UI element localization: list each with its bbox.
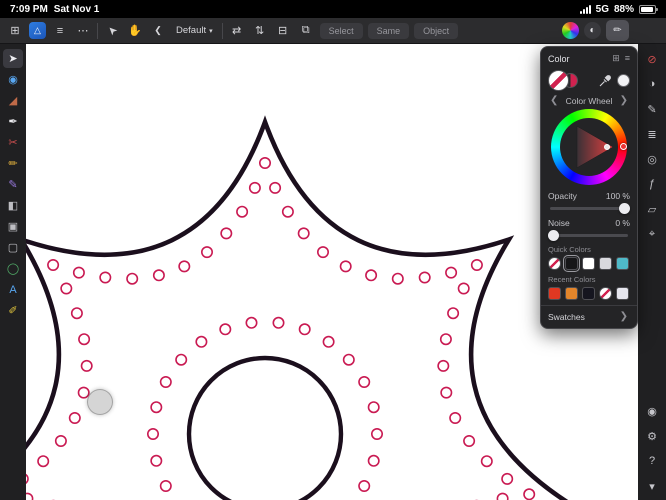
studio-strip: ⊘ ◑ ✎ ≣ ◎ ƒ ▱ ⌖ ◉ ⚙? ▾: [638, 44, 666, 500]
crop-tool[interactable]: ▣: [3, 217, 23, 236]
divider: [222, 23, 223, 39]
status-bar: 7:09 PM Sat Nov 1 5G 88%: [0, 0, 666, 18]
date: Sat Nov 1: [54, 4, 100, 15]
eyedropper-icon[interactable]: [598, 74, 612, 88]
duplicate-icon[interactable]: ⧉: [297, 22, 315, 40]
flip-horizontal-icon[interactable]: ⇄: [228, 22, 246, 40]
pencil-icon: ✏: [609, 22, 626, 39]
noise-knob[interactable]: [548, 230, 559, 241]
pencil-tool[interactable]: ✏: [3, 154, 23, 173]
opacity-value: 100 %: [606, 191, 630, 201]
preset-dropdown[interactable]: Default ▾: [172, 23, 217, 38]
recent-colors-label: Recent Colors: [548, 275, 630, 284]
recent-color-1[interactable]: [565, 287, 578, 300]
menu-icon[interactable]: ≡: [51, 22, 69, 40]
align-icon[interactable]: ⊟: [274, 22, 292, 40]
recent-color-2[interactable]: [582, 287, 595, 300]
chevron-down-icon: ▾: [209, 27, 213, 35]
ellipse-tool[interactable]: ◯: [3, 259, 23, 278]
panel-menu-icon[interactable]: ≡: [625, 53, 630, 64]
clock: 7:09 PM: [10, 4, 48, 15]
brush-studio-icon[interactable]: ✎: [643, 101, 661, 117]
color-wheel-persona-icon[interactable]: [562, 22, 579, 39]
account-icon[interactable]: ◉: [643, 403, 661, 419]
noise-label: Noise: [548, 218, 570, 228]
corner-tool[interactable]: ◢: [3, 91, 23, 110]
more-icon[interactable]: ⋯: [74, 22, 92, 40]
effects-studio-icon[interactable]: ƒ: [643, 176, 661, 192]
divider: [97, 23, 98, 39]
adjustment-studio-icon[interactable]: ◎: [643, 151, 661, 167]
recent-colors-row: [548, 287, 630, 300]
noise-value: 0 %: [615, 218, 630, 228]
select-cursor-icon[interactable]: ➤: [99, 18, 124, 43]
quick-color-0[interactable]: [548, 257, 561, 270]
recent-color-3[interactable]: [599, 287, 612, 300]
edit-persona-selected[interactable]: ✏: [606, 20, 629, 41]
color-mode-label: Color Wheel: [566, 96, 613, 106]
pen-tool[interactable]: ✒: [3, 112, 23, 131]
transform-studio-icon[interactable]: ▱: [643, 201, 661, 217]
stroke-studio-icon[interactable]: ⊘: [643, 51, 661, 67]
navigator-studio-icon[interactable]: ⌖: [643, 226, 661, 242]
color-panel: Color ⊞ ≡ ❮ Color Wheel ❯: [540, 46, 638, 329]
tool-strip: ➤ ◉ ◢ ✒ ✂ ✏ ✎ ◧ ▣ ▢ ◯ A ✐: [0, 44, 26, 500]
swatches-label: Swatches: [548, 312, 585, 322]
saturation-selector-dot[interactable]: [604, 144, 610, 150]
color-studio-icon[interactable]: ◑: [643, 76, 661, 92]
text-tool[interactable]: A: [3, 280, 23, 299]
secondary-color-swatch[interactable]: [617, 74, 630, 87]
recent-color-4[interactable]: [616, 287, 629, 300]
knife-tool[interactable]: ✂: [3, 133, 23, 152]
opacity-slider[interactable]: [550, 207, 628, 210]
flip-vertical-icon[interactable]: ⇅: [251, 22, 269, 40]
quick-colors-row: [548, 257, 630, 270]
signal-icon: [580, 5, 591, 14]
hue-selector-dot[interactable]: [620, 143, 627, 150]
noise-slider[interactable]: [550, 234, 628, 237]
quick-color-4[interactable]: [616, 257, 629, 270]
settings-icon[interactable]: ⚙: [643, 428, 661, 444]
home-grid-icon[interactable]: ⊞: [6, 22, 24, 40]
touch-indicator: [87, 389, 113, 415]
app-window: 7:09 PM Sat Nov 1 5G 88% ⊞ △ ≡ ⋯ ➤ ✋ ❮ D…: [0, 0, 666, 500]
fill-tool[interactable]: ◧: [3, 196, 23, 215]
node-tool[interactable]: ◉: [3, 70, 23, 89]
object-button[interactable]: Object: [414, 23, 458, 39]
quick-color-3[interactable]: [599, 257, 612, 270]
same-button[interactable]: Same: [368, 23, 410, 39]
shape-tool[interactable]: ▢: [3, 238, 23, 257]
back-chevron-icon[interactable]: ❮: [149, 22, 167, 40]
preset-label: Default: [176, 25, 206, 36]
swatches-chevron-icon: ❯: [618, 311, 630, 322]
mode-next-icon[interactable]: ❯: [618, 95, 630, 106]
collapse-icon[interactable]: ▾: [643, 478, 661, 494]
swatches-row[interactable]: Swatches ❯: [541, 305, 637, 328]
color-wheel[interactable]: [551, 109, 627, 185]
opacity-label: Opacity: [548, 191, 577, 201]
designer-app-icon[interactable]: △: [29, 22, 46, 39]
top-toolbar: ⊞ △ ≡ ⋯ ➤ ✋ ❮ Default ▾ ⇄ ⇅ ⊟ ⧉ Select S…: [0, 18, 666, 44]
quick-color-1[interactable]: [565, 257, 578, 270]
pan-hand-icon[interactable]: ✋: [126, 22, 144, 40]
opacity-knob[interactable]: [619, 203, 630, 214]
select-button[interactable]: Select: [320, 23, 363, 39]
mode-prev-icon[interactable]: ❮: [548, 95, 560, 106]
panel-grid-icon[interactable]: ⊞: [612, 53, 620, 64]
quick-color-2[interactable]: [582, 257, 595, 270]
help-icon[interactable]: ?: [643, 453, 661, 469]
layers-studio-icon[interactable]: ≣: [643, 126, 661, 142]
panel-title: Color: [548, 54, 570, 64]
note-tool[interactable]: ✐: [3, 301, 23, 320]
move-tool[interactable]: ➤: [3, 49, 23, 68]
battery-percent: 88%: [614, 4, 634, 15]
battery-icon: [639, 5, 656, 14]
quick-colors-label: Quick Colors: [548, 245, 630, 254]
contrast-persona-icon[interactable]: ◐: [584, 22, 601, 39]
brush-tool[interactable]: ✎: [3, 175, 23, 194]
recent-color-0[interactable]: [548, 287, 561, 300]
network-type: 5G: [596, 4, 609, 15]
fill-swatch[interactable]: [548, 70, 569, 91]
